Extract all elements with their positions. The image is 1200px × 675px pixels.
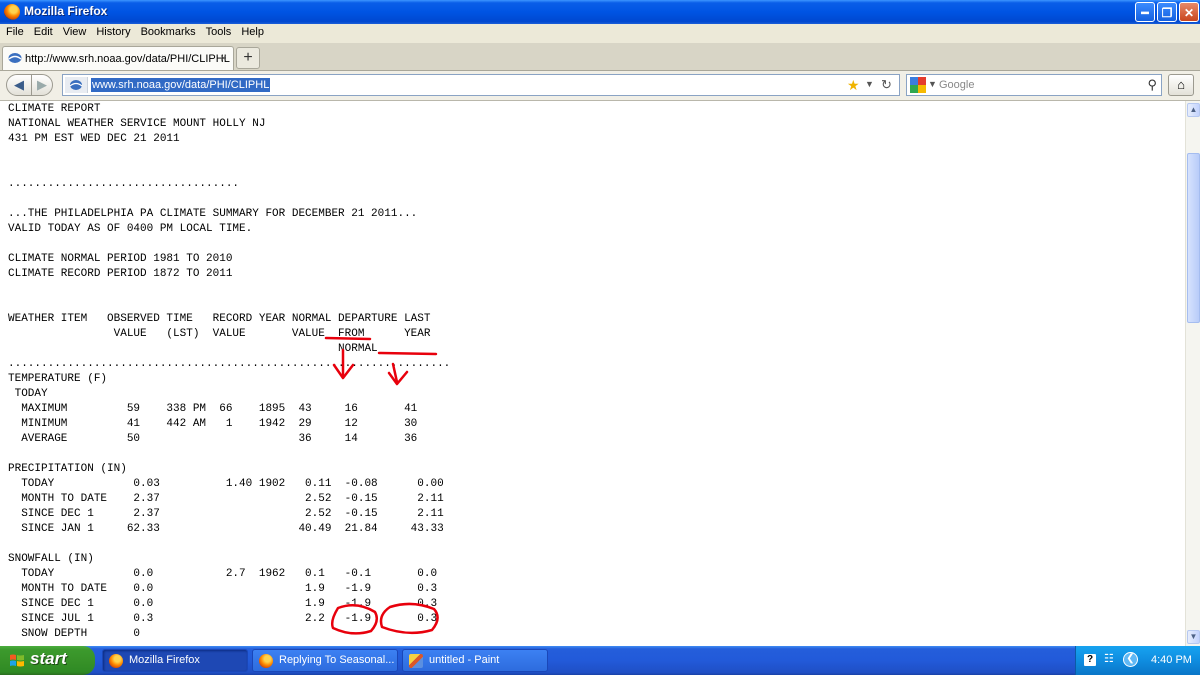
maximize-button[interactable]: ❐ (1157, 2, 1177, 22)
navigation-bar: ◀ ▶ www.srh.noaa.gov/data/PHI/CLIPHL ★ ▼… (0, 71, 1200, 101)
close-button[interactable]: ✕ (1179, 2, 1199, 22)
menu-edit[interactable]: Edit (29, 24, 58, 38)
menu-history[interactable]: History (91, 24, 135, 38)
underline-departure-normal (377, 351, 438, 356)
help-icon[interactable]: ? (1084, 654, 1096, 666)
annotation-strokes (324, 336, 439, 635)
firefox-icon (109, 654, 123, 668)
window-title: Mozilla Firefox (24, 4, 108, 18)
windows-flag-icon (10, 654, 24, 667)
clock: 4:40 PM (1151, 654, 1192, 666)
tab-strip: http://www.srh.noaa.gov/data/PHI/CLIPHL … (0, 43, 1200, 71)
search-input[interactable]: Google (939, 79, 974, 91)
tab-title: http://www.srh.noaa.gov/data/PHI/CLIPHL (25, 53, 230, 65)
menu-view[interactable]: View (58, 24, 92, 38)
scroll-thumb[interactable] (1187, 153, 1200, 323)
noaa-favicon-icon (8, 53, 22, 63)
home-button[interactable]: ⌂ (1168, 74, 1194, 96)
system-tray: ? ☷ ❮ 4:40 PM (1075, 646, 1200, 675)
menu-help[interactable]: Help (236, 24, 269, 38)
minimize-button[interactable]: ━ (1135, 2, 1155, 22)
site-identity-icon (65, 77, 88, 93)
back-button[interactable]: ◀ (6, 74, 32, 96)
reload-icon[interactable]: ↻ (881, 77, 892, 93)
url-text[interactable]: www.srh.noaa.gov/data/PHI/CLIPHL (91, 78, 271, 92)
page-content: CLIMATE REPORT NATIONAL WEATHER SERVICE … (0, 101, 1185, 646)
paint-annotations (324, 336, 439, 635)
url-history-dropdown-icon[interactable]: ▼ (865, 79, 874, 89)
show-hidden-icons-icon[interactable]: ❮ (1123, 652, 1138, 667)
title-bar: Mozilla Firefox ━ ❐ ✕ (0, 0, 1200, 24)
menu-file[interactable]: File (0, 24, 29, 38)
paint-icon (409, 654, 423, 668)
taskbar-item-replying[interactable]: Replying To Seasonal... (252, 649, 398, 672)
firefox-icon (4, 4, 20, 20)
menu-tools[interactable]: Tools (201, 24, 237, 38)
start-button[interactable]: start (0, 646, 95, 675)
back-arrow-icon: ◀ (14, 77, 24, 92)
search-engine-dropdown-icon[interactable]: ▼ (928, 79, 937, 89)
network-icon[interactable]: ☷ (1104, 652, 1114, 665)
bookmark-star-icon[interactable]: ★ (847, 77, 860, 94)
new-tab-button[interactable]: + (236, 47, 260, 69)
menu-bookmarks[interactable]: Bookmarks (136, 24, 201, 38)
google-engine-icon (910, 77, 926, 93)
forward-arrow-icon: ▶ (37, 77, 47, 92)
taskbar-item-paint[interactable]: untitled - Paint (402, 649, 548, 672)
circle-departure-minus-1-9 (379, 602, 439, 635)
home-icon: ⌂ (1177, 77, 1185, 92)
tab-noaa[interactable]: http://www.srh.noaa.gov/data/PHI/CLIPHL … (2, 46, 234, 70)
menu-bar: File Edit View History Bookmarks Tools Help (0, 24, 1200, 44)
search-icon[interactable]: ⚲ (1147, 77, 1157, 93)
vertical-scrollbar[interactable]: ▲ ▼ (1185, 101, 1200, 646)
minimize-icon: ━ (1141, 6, 1149, 20)
forward-button[interactable]: ▶ (31, 74, 53, 96)
start-label: start (30, 649, 67, 668)
firefox-icon (259, 654, 273, 668)
url-bar[interactable]: www.srh.noaa.gov/data/PHI/CLIPHL ★ ▼ ↻ (62, 74, 900, 96)
circle-normal-2-2 (330, 604, 379, 635)
tab-close-icon[interactable]: × (220, 51, 227, 65)
taskbar: start Mozilla Firefox Replying To Season… (0, 646, 1200, 675)
underline-normal-value (324, 336, 372, 341)
restore-icon: ❐ (1161, 6, 1173, 20)
scroll-down-icon[interactable]: ▼ (1187, 630, 1200, 644)
scroll-up-icon[interactable]: ▲ (1187, 103, 1200, 117)
taskbar-item-firefox[interactable]: Mozilla Firefox (102, 649, 248, 672)
search-bar[interactable]: ▼ Google ⚲ (906, 74, 1162, 96)
close-icon: ✕ (1183, 6, 1195, 20)
